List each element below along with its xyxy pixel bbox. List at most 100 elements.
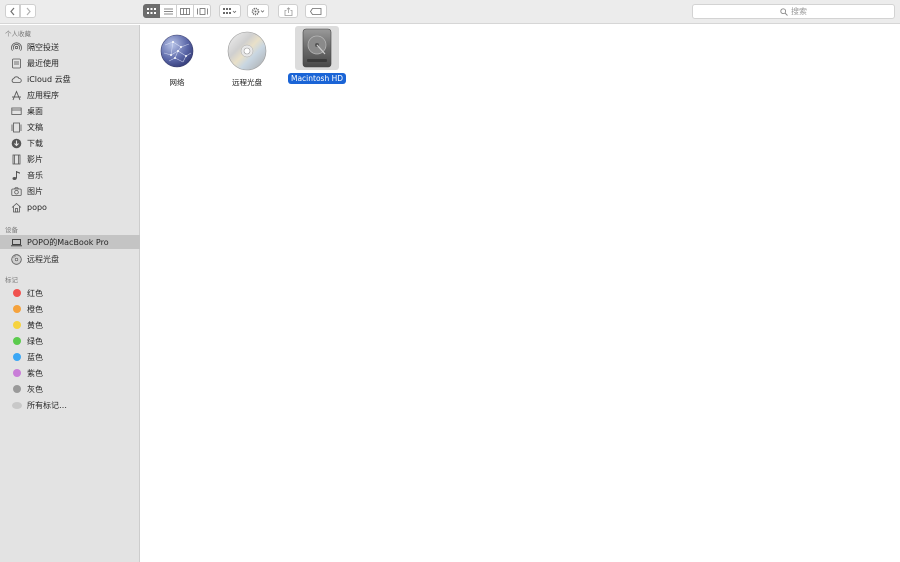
sidebar-item-label: 绿色	[27, 336, 43, 346]
tag-dot-icon	[11, 368, 22, 379]
share-icon	[284, 6, 292, 16]
icon-view-button[interactable]	[143, 4, 160, 18]
sidebar-item-label: 影片	[27, 154, 43, 164]
sidebar-item-label: 文稿	[27, 122, 43, 132]
back-button[interactable]	[5, 4, 20, 18]
network-globe-icon	[155, 29, 199, 73]
sidebar-item-label: 远程光盘	[27, 254, 59, 264]
sidebar-item-label: 橙色	[27, 304, 43, 314]
sidebar-item-desktop[interactable]: 桌面	[0, 104, 140, 118]
gallery-view-button[interactable]	[194, 4, 211, 18]
tag-color-dot	[11, 401, 22, 409]
search-field[interactable]: 搜索	[692, 4, 895, 19]
home-icon	[11, 202, 22, 213]
tag-dot-icon	[11, 352, 22, 363]
sidebar-item-documents[interactable]: 文稿	[0, 120, 140, 134]
sidebar-item-label: 图片	[27, 186, 43, 196]
group-by-button[interactable]	[219, 4, 241, 18]
tag-color-dot	[12, 321, 21, 329]
sidebar-tag-green[interactable]: 绿色	[0, 334, 140, 348]
tag-dot-icon	[11, 320, 22, 331]
sidebar-item-pictures[interactable]: 图片	[0, 184, 140, 198]
camera-icon	[11, 186, 22, 197]
sidebar-item-label: 下载	[27, 138, 43, 148]
sidebar: 个人收藏 隔空投送 最近使用 iCloud 云盘 应用程序 桌面 文稿 下载 影…	[0, 25, 140, 562]
file-item-remote-disc[interactable]: 远程光盘	[217, 29, 277, 89]
file-name: Macintosh HD	[287, 73, 347, 84]
magnifier-icon	[780, 7, 788, 16]
recents-icon	[11, 58, 22, 69]
sidebar-item-label: 桌面	[27, 106, 43, 116]
sidebar-item-movies[interactable]: 影片	[0, 152, 140, 166]
sidebar-tag-gray[interactable]: 灰色	[0, 382, 140, 396]
cd-disc-icon	[225, 29, 269, 73]
sidebar-item-label: 应用程序	[27, 90, 59, 100]
tag-dot-icon	[11, 288, 22, 299]
sidebar-item-home[interactable]: popo	[0, 200, 140, 214]
sidebar-item-music[interactable]: 音乐	[0, 168, 140, 182]
sidebar-item-downloads[interactable]: 下载	[0, 136, 140, 150]
grid-icon	[147, 7, 156, 14]
laptop-icon	[11, 237, 22, 248]
sidebar-item-icloud[interactable]: iCloud 云盘	[0, 72, 140, 86]
sidebar-item-applications[interactable]: 应用程序	[0, 88, 140, 102]
favorites-header: 个人收藏	[5, 30, 31, 38]
action-menu-button[interactable]	[247, 4, 269, 18]
chevron-left-icon	[10, 7, 15, 15]
tag-color-dot	[12, 289, 21, 297]
remote-disc-icon	[11, 253, 22, 265]
sidebar-item-remote-disc[interactable]: 远程光盘	[0, 252, 140, 266]
applications-icon	[11, 89, 22, 101]
toolbar: 搜索	[0, 0, 900, 24]
list-view-button[interactable]	[160, 4, 177, 18]
forward-button[interactable]	[20, 4, 36, 18]
sidebar-tag-orange[interactable]: 橙色	[0, 302, 140, 316]
sidebar-item-label: 蓝色	[27, 352, 43, 362]
sidebar-item-label: popo	[27, 202, 47, 212]
sidebar-item-label: 黄色	[27, 320, 43, 330]
sidebar-item-recents[interactable]: 最近使用	[0, 56, 140, 70]
music-icon	[11, 170, 22, 181]
sidebar-item-label: iCloud 云盘	[27, 74, 71, 84]
sidebar-all-tags[interactable]: 所有标记…	[0, 398, 140, 412]
sidebar-tag-purple[interactable]: 紫色	[0, 366, 140, 380]
desktop-icon	[11, 106, 22, 117]
tag-color-dot	[12, 369, 21, 377]
sidebar-item-airdrop[interactable]: 隔空投送	[0, 40, 140, 54]
columns-icon	[180, 7, 190, 15]
hard-drive-icon	[295, 26, 339, 70]
share-button[interactable]	[278, 4, 298, 18]
tag-dot-icon	[11, 384, 22, 395]
file-item-network[interactable]: 网络	[147, 29, 207, 89]
tag-color-dot	[12, 385, 21, 393]
file-name: 远程光盘	[232, 78, 262, 87]
tag-dot-icon	[11, 304, 22, 315]
file-item-macintosh-hd[interactable]: Macintosh HD	[287, 26, 347, 84]
tag-color-dot	[12, 353, 21, 361]
devices-header: 设备	[5, 226, 18, 234]
search-placeholder: 搜索	[791, 7, 807, 16]
airdrop-icon	[11, 41, 22, 53]
sidebar-item-label: 音乐	[27, 170, 43, 180]
sidebar-item-macbook-pro[interactable]: POPO的MacBook Pro	[0, 235, 140, 249]
sidebar-tag-blue[interactable]: 蓝色	[0, 350, 140, 364]
tags-header: 标记	[5, 276, 18, 284]
sidebar-item-label: 所有标记…	[27, 400, 67, 410]
list-icon	[163, 8, 173, 14]
chevron-right-icon	[26, 7, 31, 15]
documents-icon	[11, 122, 22, 133]
column-view-button[interactable]	[177, 4, 194, 18]
movies-icon	[11, 154, 22, 165]
sidebar-tag-yellow[interactable]: 黄色	[0, 318, 140, 332]
tag-color-dot	[12, 337, 21, 345]
sidebar-item-label: 隔空投送	[27, 42, 59, 52]
sidebar-item-label: POPO的MacBook Pro	[27, 237, 109, 247]
download-icon	[11, 138, 22, 149]
gallery-icon	[196, 7, 208, 15]
sidebar-item-label: 紫色	[27, 368, 43, 378]
group-grid-icon	[223, 7, 237, 14]
sidebar-item-label: 最近使用	[27, 58, 59, 68]
sidebar-tag-red[interactable]: 红色	[0, 286, 140, 300]
tags-button[interactable]	[305, 4, 327, 18]
file-browser: 网络 远程光盘 Macintosh HD	[141, 25, 900, 562]
